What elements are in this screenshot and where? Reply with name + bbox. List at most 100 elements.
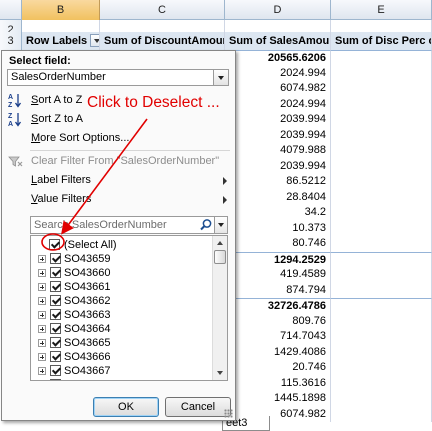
expand-plus-icon[interactable] (38, 255, 46, 263)
sales-amount-cell[interactable]: 2039.994 (225, 158, 331, 174)
disc-perc-cell[interactable] (331, 313, 432, 329)
list-item[interactable]: SO43662 (31, 294, 213, 308)
disc-perc-cell[interactable] (331, 282, 432, 298)
disc-perc-cell[interactable] (331, 174, 432, 190)
search-input[interactable]: Search SalesOrderNumber (30, 216, 228, 234)
more-sort-options[interactable]: More Sort Options... (6, 129, 232, 148)
disc-perc-cell[interactable] (331, 236, 432, 252)
expand-plus-icon[interactable] (38, 325, 46, 333)
row-labels-header[interactable]: Row Labels (22, 32, 100, 50)
column-header-e[interactable]: E (331, 0, 432, 20)
expand-plus-icon[interactable] (38, 339, 46, 347)
sales-amount-cell[interactable]: 1294.2529 (225, 251, 331, 267)
sales-amount-cell[interactable]: 34.2 (225, 205, 331, 221)
ok-button[interactable]: OK (93, 397, 159, 417)
disc-perc-cell[interactable] (331, 50, 432, 66)
clear-filter[interactable]: Clear Filter From "SalesOrderNumber" (6, 152, 232, 171)
column-header-d[interactable]: D (225, 0, 331, 20)
sales-amount-cell[interactable]: 80.746 (225, 236, 331, 252)
disc-perc-cell[interactable] (331, 391, 432, 407)
disc-perc-cell[interactable] (331, 112, 432, 128)
sales-amount-cell[interactable]: 2039.994 (225, 112, 331, 128)
sales-amount-cell[interactable]: 2039.994 (225, 127, 331, 143)
sales-amount-cell[interactable]: 809.76 (225, 313, 331, 329)
cancel-button[interactable]: Cancel (165, 397, 231, 417)
item-checkbox[interactable] (50, 379, 61, 380)
list-scrollbar[interactable] (212, 236, 227, 380)
sales-amount-header[interactable]: Sum of SalesAmount (225, 32, 331, 50)
expand-plus-icon[interactable] (38, 283, 46, 291)
sales-amount-cell[interactable]: 28.8404 (225, 189, 331, 205)
search-icon[interactable] (199, 218, 213, 232)
expand-plus-icon[interactable] (38, 311, 46, 319)
resize-grip-icon[interactable] (224, 409, 233, 418)
discount-amount-header[interactable]: Sum of DiscountAmount (100, 32, 225, 50)
item-checkbox[interactable] (50, 253, 61, 264)
filter-dropdown-button[interactable] (90, 33, 99, 47)
sales-amount-cell[interactable]: 6074.982 (225, 81, 331, 97)
expand-plus-icon[interactable] (38, 367, 46, 375)
expand-plus-icon[interactable] (38, 297, 46, 305)
disc-perc-cell[interactable] (331, 360, 432, 376)
scroll-thumb[interactable] (214, 250, 226, 264)
item-checkbox[interactable] (50, 295, 61, 306)
disc-perc-cell[interactable] (331, 298, 432, 314)
item-checkbox[interactable] (50, 309, 61, 320)
sales-amount-cell[interactable]: 419.4589 (225, 267, 331, 283)
sales-amount-cell[interactable]: 32726.4786 (225, 298, 331, 314)
column-header-c[interactable]: C (100, 0, 225, 20)
select-all-item[interactable]: (Select All) (31, 238, 213, 252)
sales-amount-cell[interactable]: 874.794 (225, 282, 331, 298)
scroll-down-arrow-icon[interactable] (213, 366, 227, 380)
disc-perc-cell[interactable] (331, 143, 432, 159)
list-item[interactable]: SO43666 (31, 350, 213, 364)
select-all-checkbox[interactable] (49, 239, 60, 250)
list-item[interactable]: SO43659 (31, 252, 213, 266)
scroll-up-arrow-icon[interactable] (213, 236, 227, 250)
disc-perc-cell[interactable] (331, 127, 432, 143)
sales-amount-cell[interactable]: 10.373 (225, 220, 331, 236)
list-item[interactable]: SO43660 (31, 266, 213, 280)
disc-perc-cell[interactable] (331, 267, 432, 283)
list-item[interactable]: SO43663 (31, 308, 213, 322)
list-item[interactable]: SO43664 (31, 322, 213, 336)
sales-amount-cell[interactable]: 20.746 (225, 360, 331, 376)
sales-amount-cell[interactable]: 2024.994 (225, 65, 331, 81)
item-checkbox[interactable] (50, 337, 61, 348)
disc-perc-cell[interactable] (331, 220, 432, 236)
disc-perc-cell[interactable] (331, 158, 432, 174)
list-item[interactable]: SO43668 (31, 378, 213, 380)
field-select[interactable]: SalesOrderNumber (7, 69, 229, 86)
sales-amount-cell[interactable]: 86.5212 (225, 174, 331, 190)
item-checkbox[interactable] (50, 351, 61, 362)
sales-amount-cell[interactable]: 1429.4086 (225, 344, 331, 360)
disc-perc-cell[interactable] (331, 96, 432, 112)
column-header-b[interactable]: B (22, 0, 100, 20)
disc-perc-cell[interactable] (331, 251, 432, 267)
sales-amount-cell[interactable]: 2024.994 (225, 96, 331, 112)
item-checkbox[interactable] (50, 365, 61, 376)
chevron-down-icon[interactable] (214, 217, 227, 233)
row-number[interactable]: 3 (0, 32, 22, 50)
disc-perc-cell[interactable] (331, 81, 432, 97)
sort-z-to-a[interactable]: Z A Sort Z to A (6, 110, 232, 129)
sales-amount-cell[interactable]: 115.3616 (225, 375, 331, 391)
disc-perc-cell[interactable] (331, 344, 432, 360)
expand-plus-icon[interactable] (38, 269, 46, 277)
disc-perc-cell[interactable] (331, 189, 432, 205)
sales-amount-cell[interactable]: 1445.1898 (225, 391, 331, 407)
disc-perc-cell[interactable] (331, 406, 432, 422)
disc-perc-header[interactable]: Sum of Disc Perc of Sa (331, 32, 432, 50)
disc-perc-cell[interactable] (331, 329, 432, 345)
label-filters[interactable]: Label Filters (6, 171, 232, 190)
disc-perc-cell[interactable] (331, 65, 432, 81)
sales-amount-cell[interactable]: 714.7043 (225, 329, 331, 345)
disc-perc-cell[interactable] (331, 205, 432, 221)
item-checkbox[interactable] (50, 281, 61, 292)
expand-plus-icon[interactable] (38, 353, 46, 361)
list-item[interactable]: SO43667 (31, 364, 213, 378)
list-item[interactable]: SO43661 (31, 280, 213, 294)
item-checkbox[interactable] (50, 323, 61, 334)
sales-amount-cell[interactable]: 20565.6206 (225, 50, 331, 66)
sales-amount-cell[interactable]: 4079.988 (225, 143, 331, 159)
